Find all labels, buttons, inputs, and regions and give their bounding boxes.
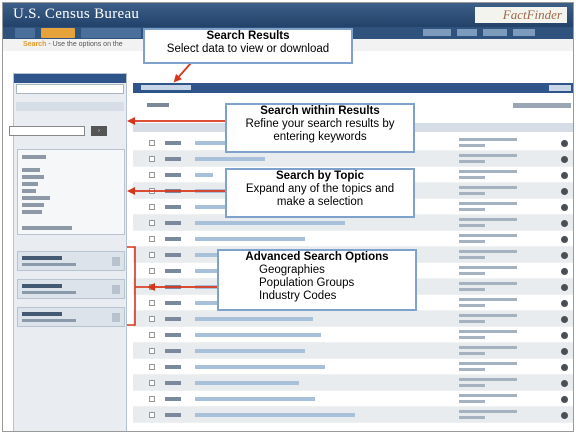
callout-advanced-population-groups: Population Groups [259,277,355,289]
callout-search-topic-line-2: make a selection [276,196,364,208]
screenshot-frame: U.S. Census Bureau FactFinder Search - U… [2,2,574,432]
callout-search-topic-line-1: Expand any of the topics and [245,183,395,195]
arrow-search-results [173,62,192,83]
callout-advanced-search: Advanced Search Options Geographies Popu… [217,249,417,311]
callout-search-results: Search Results Select data to view or do… [143,28,353,64]
bracket-advanced-left [127,246,136,326]
callout-search-within-line-2: entering keywords [273,131,367,143]
callout-search-results-title: Search Results [206,30,290,42]
callout-advanced-industry-codes: Industry Codes [259,290,337,302]
callout-advanced-title: Advanced Search Options [245,251,389,263]
callout-search-within-line-1: Refine your search results by [245,118,395,130]
callout-search-within-title: Search within Results [260,105,380,117]
callout-advanced-geographies: Geographies [259,264,325,276]
callout-search-topic: Search by Topic Expand any of the topics… [225,168,415,218]
callout-search-topic-title: Search by Topic [276,170,364,182]
callout-search-within: Search within Results Refine your search… [225,103,415,153]
callout-search-results-line: Select data to view or download [166,43,330,55]
